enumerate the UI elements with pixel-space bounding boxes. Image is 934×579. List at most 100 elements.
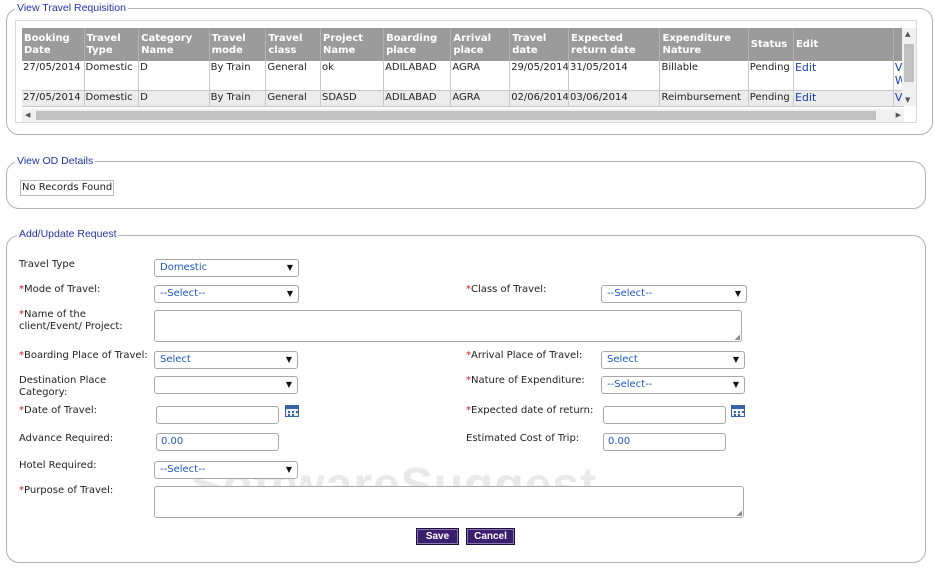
boarding-place-select[interactable]: Select ▼ <box>154 351 298 369</box>
hotel-required-select[interactable]: --Select-- ▼ <box>154 461 298 479</box>
chevron-down-icon: ▼ <box>734 289 741 298</box>
cell: General <box>265 61 321 91</box>
arrival-place-label: *Arrival Place of Travel: <box>466 350 583 361</box>
cell: By Train <box>209 61 267 91</box>
estimated-cost-label: Estimated Cost of Trip: <box>466 433 580 444</box>
col-header[interactable]: Arrival place <box>450 28 511 61</box>
table-row: 27/05/2014 Domestic D By Train General S… <box>22 90 904 107</box>
travel-requisition-viewport: Booking Date Travel Type Category Name T… <box>22 28 904 108</box>
destination-category-select[interactable]: ▼ <box>154 376 298 394</box>
client-name-label: *Name of the client/Event/ Project: <box>19 309 123 332</box>
cell: D <box>138 61 210 91</box>
chevron-down-icon: ▼ <box>732 380 739 389</box>
cell: Domestic <box>84 61 140 91</box>
purpose-of-travel-textarea[interactable]: ◢ <box>154 486 744 518</box>
chevron-down-icon: ▼ <box>286 289 293 298</box>
class-of-travel-select[interactable]: --Select-- ▼ <box>601 285 747 303</box>
vertical-scrollbar[interactable]: ▲ ▼ <box>902 28 916 106</box>
no-records-message: No Records Found <box>20 180 115 196</box>
scroll-left-icon[interactable]: ◀ <box>25 111 30 119</box>
calendar-icon[interactable] <box>285 405 299 417</box>
vertical-scroll-thumb[interactable] <box>904 44 914 82</box>
cell: 27/05/2014 <box>22 90 85 107</box>
travel-type-select[interactable]: Domestic ▼ <box>154 259 299 277</box>
boarding-place-label: *Boarding Place of Travel: <box>19 350 148 361</box>
expected-return-label: *Expected date of return: <box>466 405 594 416</box>
travel-requisition-legend: View Travel Requisition <box>15 2 128 14</box>
col-header[interactable]: Booking Date <box>22 28 85 61</box>
cell: AGRA <box>450 90 511 107</box>
date-of-travel-label: *Date of Travel: <box>19 405 97 416</box>
col-header[interactable]: Travel Type <box>84 28 140 61</box>
od-details-panel: View OD Details No Records Found <box>6 155 926 209</box>
cell: Billable <box>659 61 749 91</box>
cancel-button[interactable]: Cancel <box>466 528 515 545</box>
col-header[interactable]: Edit <box>793 28 894 61</box>
cell: 31/05/2014 <box>568 61 661 91</box>
od-details-legend: View OD Details <box>15 155 96 167</box>
travel-requisition-grid: Booking Date Travel Type Category Name T… <box>15 20 917 123</box>
travel-requisition-table: Booking Date Travel Type Category Name T… <box>22 28 904 107</box>
advance-required-input[interactable]: 0.00 <box>156 433 279 451</box>
scroll-down-icon[interactable]: ▼ <box>905 96 910 104</box>
col-header[interactable]: Travel date <box>509 28 570 61</box>
date-of-travel-input[interactable] <box>156 406 279 424</box>
col-header[interactable]: Status <box>748 28 794 61</box>
arrival-place-select[interactable]: Select ▼ <box>601 351 745 369</box>
cell: By Train <box>209 90 267 107</box>
cell: Reimbursement <box>659 90 749 107</box>
cell: SDASD <box>320 90 385 107</box>
cell: 29/05/2014 <box>509 61 570 91</box>
col-header[interactable]: Category Name <box>138 28 210 61</box>
cell: 02/06/2014 <box>509 90 570 107</box>
calendar-icon[interactable] <box>731 405 745 417</box>
cell: 27/05/2014 <box>22 61 85 91</box>
scroll-right-icon[interactable]: ▶ <box>896 111 901 119</box>
horizontal-scrollbar[interactable]: ◀ ▶ <box>22 109 904 122</box>
col-header[interactable]: Travel class <box>265 28 321 61</box>
edit-link: Edit <box>793 61 894 91</box>
cell: ADILABAD <box>383 90 452 107</box>
cell: Domestic <box>84 90 140 107</box>
horizontal-scroll-thumb[interactable] <box>36 111 876 120</box>
mode-of-travel-select[interactable]: --Select-- ▼ <box>154 285 299 303</box>
cell: AGRA <box>450 61 511 91</box>
cell: General <box>265 90 321 107</box>
travel-requisition-panel: View Travel Requisition Booking Date Tra… <box>6 2 933 135</box>
cell: Pending <box>748 90 794 107</box>
cell: D <box>138 90 210 107</box>
chevron-down-icon: ▼ <box>732 355 739 364</box>
save-button[interactable]: Save <box>416 528 459 545</box>
table-header-row: Booking Date Travel Type Category Name T… <box>22 28 904 61</box>
resize-grip-icon[interactable]: ◢ <box>735 333 740 341</box>
hotel-required-label: Hotel Required: <box>19 460 97 471</box>
edit-link-text[interactable]: Edit <box>795 61 816 74</box>
col-header[interactable]: Expenditure Nature <box>659 28 749 61</box>
col-header[interactable]: Boarding place <box>383 28 452 61</box>
table-row: 27/05/2014 Domestic D By Train General o… <box>22 61 904 91</box>
advance-required-label: Advance Required: <box>19 433 114 444</box>
resize-grip-icon[interactable]: ◢ <box>737 509 742 517</box>
chevron-down-icon: ▼ <box>285 380 292 389</box>
col-header[interactable]: Project Name <box>320 28 385 61</box>
scroll-up-icon[interactable]: ▲ <box>905 30 910 38</box>
cell: 03/06/2014 <box>568 90 661 107</box>
chevron-down-icon: ▼ <box>286 263 293 272</box>
mode-of-travel-label: *Mode of Travel: <box>19 284 101 295</box>
col-header[interactable]: Travel mode <box>209 28 267 61</box>
col-header[interactable]: Expected return date <box>568 28 661 61</box>
chevron-down-icon: ▼ <box>285 465 292 474</box>
travel-type-label: Travel Type <box>19 259 75 270</box>
nature-of-expenditure-label: *Nature of Expenditure: <box>466 375 585 386</box>
cell: Pending <box>748 61 794 91</box>
edit-link: Edit <box>793 90 894 107</box>
purpose-of-travel-label: *Purpose of Travel: <box>19 485 114 496</box>
cell: ADILABAD <box>383 61 452 91</box>
estimated-cost-input[interactable]: 0.00 <box>603 433 726 451</box>
edit-link-text[interactable]: Edit <box>795 91 816 104</box>
chevron-down-icon: ▼ <box>285 355 292 364</box>
add-update-request-legend: Add/Update Request <box>17 228 119 240</box>
expected-return-input[interactable] <box>603 406 726 424</box>
nature-of-expenditure-select[interactable]: --Select-- ▼ <box>601 376 745 394</box>
client-name-textarea[interactable]: ◢ <box>154 310 742 342</box>
